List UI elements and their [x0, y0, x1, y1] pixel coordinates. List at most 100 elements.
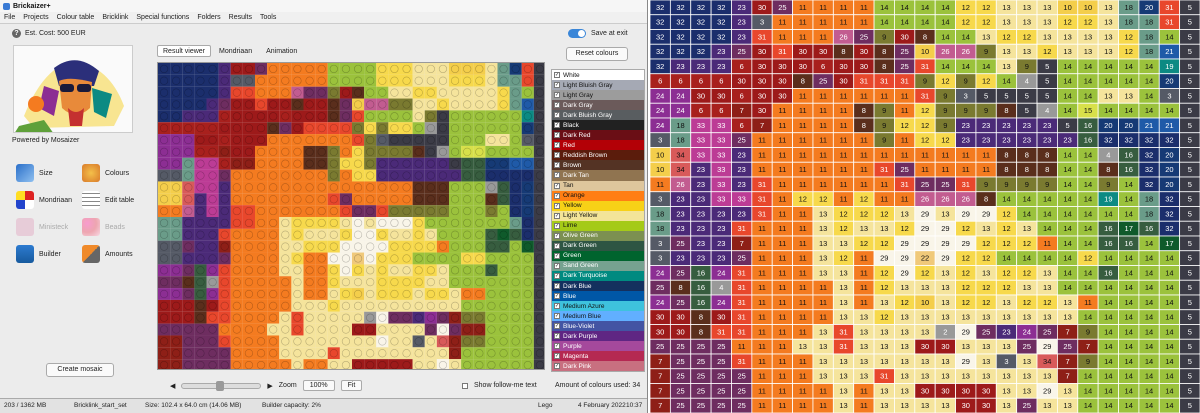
colour-row[interactable]: ✓ Magenta — [552, 351, 644, 362]
mondriaan-button[interactable]: Mondriaan — [16, 190, 72, 210]
colour-checkbox[interactable]: ✓ — [554, 252, 560, 259]
colour-row[interactable]: ✓ Sand Green — [552, 260, 644, 271]
menu-folders[interactable]: Folders — [197, 14, 220, 21]
colour-checkbox[interactable]: ✓ — [554, 112, 560, 119]
amounts-button[interactable]: Amounts — [82, 244, 133, 264]
colour-checkbox[interactable]: ✓ — [554, 283, 560, 289]
tab-mondriaan[interactable]: Mondriaan — [213, 45, 258, 57]
tab-animation[interactable]: Animation — [260, 45, 303, 57]
grid-cell-number: 14 — [1023, 209, 1031, 218]
colour-row[interactable]: ✓ Dark Turquoise — [552, 270, 644, 281]
colour-row[interactable]: ✓ Light Gray — [552, 90, 644, 101]
colours-button[interactable]: Colours — [82, 163, 129, 183]
colour-checkbox[interactable]: ✓ — [554, 92, 560, 99]
zoom-value-button[interactable]: 100% — [302, 380, 335, 391]
colour-checkbox[interactable]: ✓ — [554, 82, 560, 89]
colour-checkbox[interactable]: ✓ — [554, 242, 560, 249]
colour-checkbox[interactable]: ✓ — [554, 212, 560, 219]
menu-colour-table[interactable]: Colour table — [57, 14, 95, 21]
ministeck-button[interactable]: Ministeck — [16, 217, 68, 237]
colour-row[interactable]: ✓ Blue-Violet — [552, 321, 644, 332]
menu-results[interactable]: Results — [229, 14, 252, 21]
zoom-in-icon[interactable]: ▶ — [267, 382, 272, 390]
colour-row[interactable]: ✓ Purple — [552, 341, 644, 352]
menu-file[interactable]: File — [4, 14, 15, 21]
colour-checkbox[interactable]: ✓ — [554, 293, 560, 300]
fit-button[interactable]: Fit — [340, 380, 363, 391]
zoom-slider[interactable] — [181, 380, 262, 391]
beads-button[interactable]: Beads — [82, 217, 125, 237]
menu-tools[interactable]: Tools — [260, 14, 276, 21]
zoom-slider-knob[interactable] — [216, 380, 225, 391]
mosaic-preview[interactable] — [157, 62, 545, 370]
builder-button[interactable]: Builder — [16, 244, 61, 264]
colour-checkbox[interactable]: ✓ — [554, 272, 560, 279]
colour-row[interactable]: ✓ Olive Green — [552, 230, 644, 241]
colour-checkbox[interactable]: ✓ — [554, 152, 560, 159]
colour-row[interactable]: ✓ Dark Blue — [552, 280, 644, 292]
colour-checkbox[interactable]: ✓ — [554, 72, 560, 79]
colour-row[interactable]: ✓ Dark Tan — [552, 170, 644, 181]
menu-bricklink[interactable]: Bricklink — [102, 14, 128, 21]
colour-row[interactable]: ✓ Medium Azure — [552, 301, 644, 312]
colour-row[interactable]: ✓ Dark Bluish Gray — [552, 110, 644, 121]
colour-row[interactable]: ✓ Reddish Brown — [552, 150, 644, 161]
colour-checkbox[interactable]: ✓ — [554, 363, 560, 370]
follow-me-option[interactable]: Show follow-me text — [462, 382, 537, 389]
colour-row[interactable]: ✓ Dark Gray — [552, 100, 644, 111]
colour-row[interactable]: ✓ Dark Purple — [552, 331, 644, 342]
colour-checkbox[interactable]: ✓ — [554, 172, 560, 179]
colour-row[interactable]: ✓ Yellow — [552, 200, 644, 211]
colour-checkbox[interactable]: ✓ — [554, 323, 560, 330]
grid-cell-number: 14 — [1063, 254, 1071, 263]
colour-row[interactable]: ✓ Light Yellow — [552, 210, 644, 221]
colour-checkbox[interactable]: ✓ — [554, 192, 560, 199]
colour-row[interactable]: ✓ Dark Pink — [552, 361, 644, 371]
colour-row[interactable]: ✓ Dark Green — [552, 240, 644, 251]
source-image-thumbnail[interactable] — [13, 45, 133, 133]
colour-checkbox[interactable]: ✓ — [554, 122, 560, 129]
colour-row[interactable]: ✓ Light Bluish Gray — [552, 80, 644, 91]
tab-result-viewer[interactable]: Result viewer — [157, 45, 212, 57]
colour-row[interactable]: ✓ White — [552, 70, 644, 81]
colour-checkbox[interactable]: ✓ — [554, 232, 560, 239]
colour-checkbox[interactable]: ✓ — [554, 132, 560, 139]
colour-checkbox[interactable]: ✓ — [554, 303, 560, 310]
zoom-out-icon[interactable]: ◀ — [170, 382, 175, 390]
colour-row[interactable]: ✓ Blue — [552, 291, 644, 302]
mosaic-stud — [487, 64, 496, 74]
colour-list[interactable]: ✓ White ✓ Light Bluish Gray ✓ Light Gray ✓ Dark… — [551, 69, 645, 372]
edit-table-button[interactable]: Edit table — [82, 190, 134, 210]
colour-row[interactable]: ✓ Black — [552, 120, 644, 131]
colour-number-grid[interactable]: 32 32 32 32 23 30 25 11 11 11 11 14 14 14 14 12 12 13 13 13… — [650, 0, 1200, 413]
help-icon[interactable]: ? — [12, 29, 21, 38]
colour-checkbox[interactable]: ✓ — [554, 102, 560, 109]
colour-checkbox[interactable]: ✓ — [554, 222, 560, 229]
colour-row[interactable]: ✓ Tan — [552, 180, 644, 191]
grid-cell-number: 11 — [779, 106, 787, 115]
menu-projects[interactable]: Projects — [23, 14, 48, 21]
colour-row[interactable]: ✓ Green — [552, 250, 644, 261]
grid-cell-number: 14 — [1125, 401, 1133, 410]
colour-checkbox[interactable]: ✓ — [554, 343, 560, 350]
colour-row[interactable]: ✓ Lime — [552, 220, 644, 231]
colour-row[interactable]: ✓ Medium Blue — [552, 311, 644, 322]
colour-row[interactable]: ✓ Brown — [552, 160, 644, 171]
size-button[interactable]: Size — [16, 163, 53, 183]
colour-checkbox[interactable]: ✓ — [554, 162, 560, 169]
colour-checkbox[interactable]: ✓ — [554, 333, 560, 340]
colour-checkbox[interactable]: ✓ — [554, 262, 560, 269]
menu-special-functions[interactable]: Special functions — [136, 14, 189, 21]
reset-colours-button[interactable]: Reset colours — [566, 47, 628, 61]
save-at-exit-toggle[interactable] — [568, 29, 586, 38]
colour-row[interactable]: ✓ Red — [552, 140, 644, 151]
colour-checkbox[interactable]: ✓ — [554, 353, 560, 360]
colour-checkbox[interactable]: ✓ — [554, 182, 560, 189]
follow-me-checkbox[interactable] — [462, 382, 468, 389]
create-mosaic-button[interactable]: Create mosaic — [46, 363, 114, 377]
colour-checkbox[interactable]: ✓ — [554, 313, 560, 320]
colour-checkbox[interactable]: ✓ — [554, 202, 560, 209]
colour-checkbox[interactable]: ✓ — [554, 142, 560, 149]
colour-row[interactable]: ✓ Orange — [552, 190, 644, 201]
colour-row[interactable]: ✓ Dark Red — [552, 130, 644, 141]
